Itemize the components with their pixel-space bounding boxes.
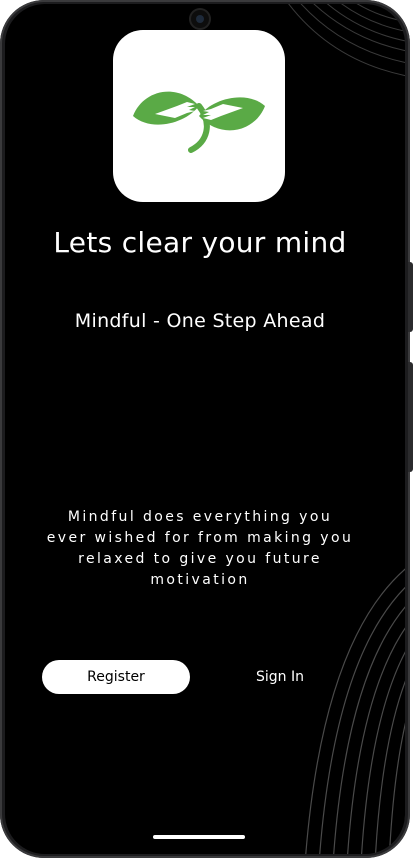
volume-button (408, 262, 413, 332)
power-button (408, 362, 413, 472)
phone-frame: Lets clear your mind Mindful - One Step … (0, 0, 413, 858)
leaf-hands-icon (133, 91, 265, 153)
home-indicator[interactable] (153, 835, 245, 839)
app-tagline: Mindful - One Step Ahead (74, 310, 326, 332)
register-button[interactable]: Register (42, 660, 190, 694)
sign-in-button[interactable]: Sign In (205, 660, 355, 694)
app-description: Mindful does everything you ever wished … (46, 509, 354, 588)
page-title: Lets clear your mind (53, 226, 347, 259)
front-camera (191, 10, 209, 28)
app-logo (113, 30, 285, 202)
app-screen: Lets clear your mind Mindful - One Step … (5, 4, 405, 854)
